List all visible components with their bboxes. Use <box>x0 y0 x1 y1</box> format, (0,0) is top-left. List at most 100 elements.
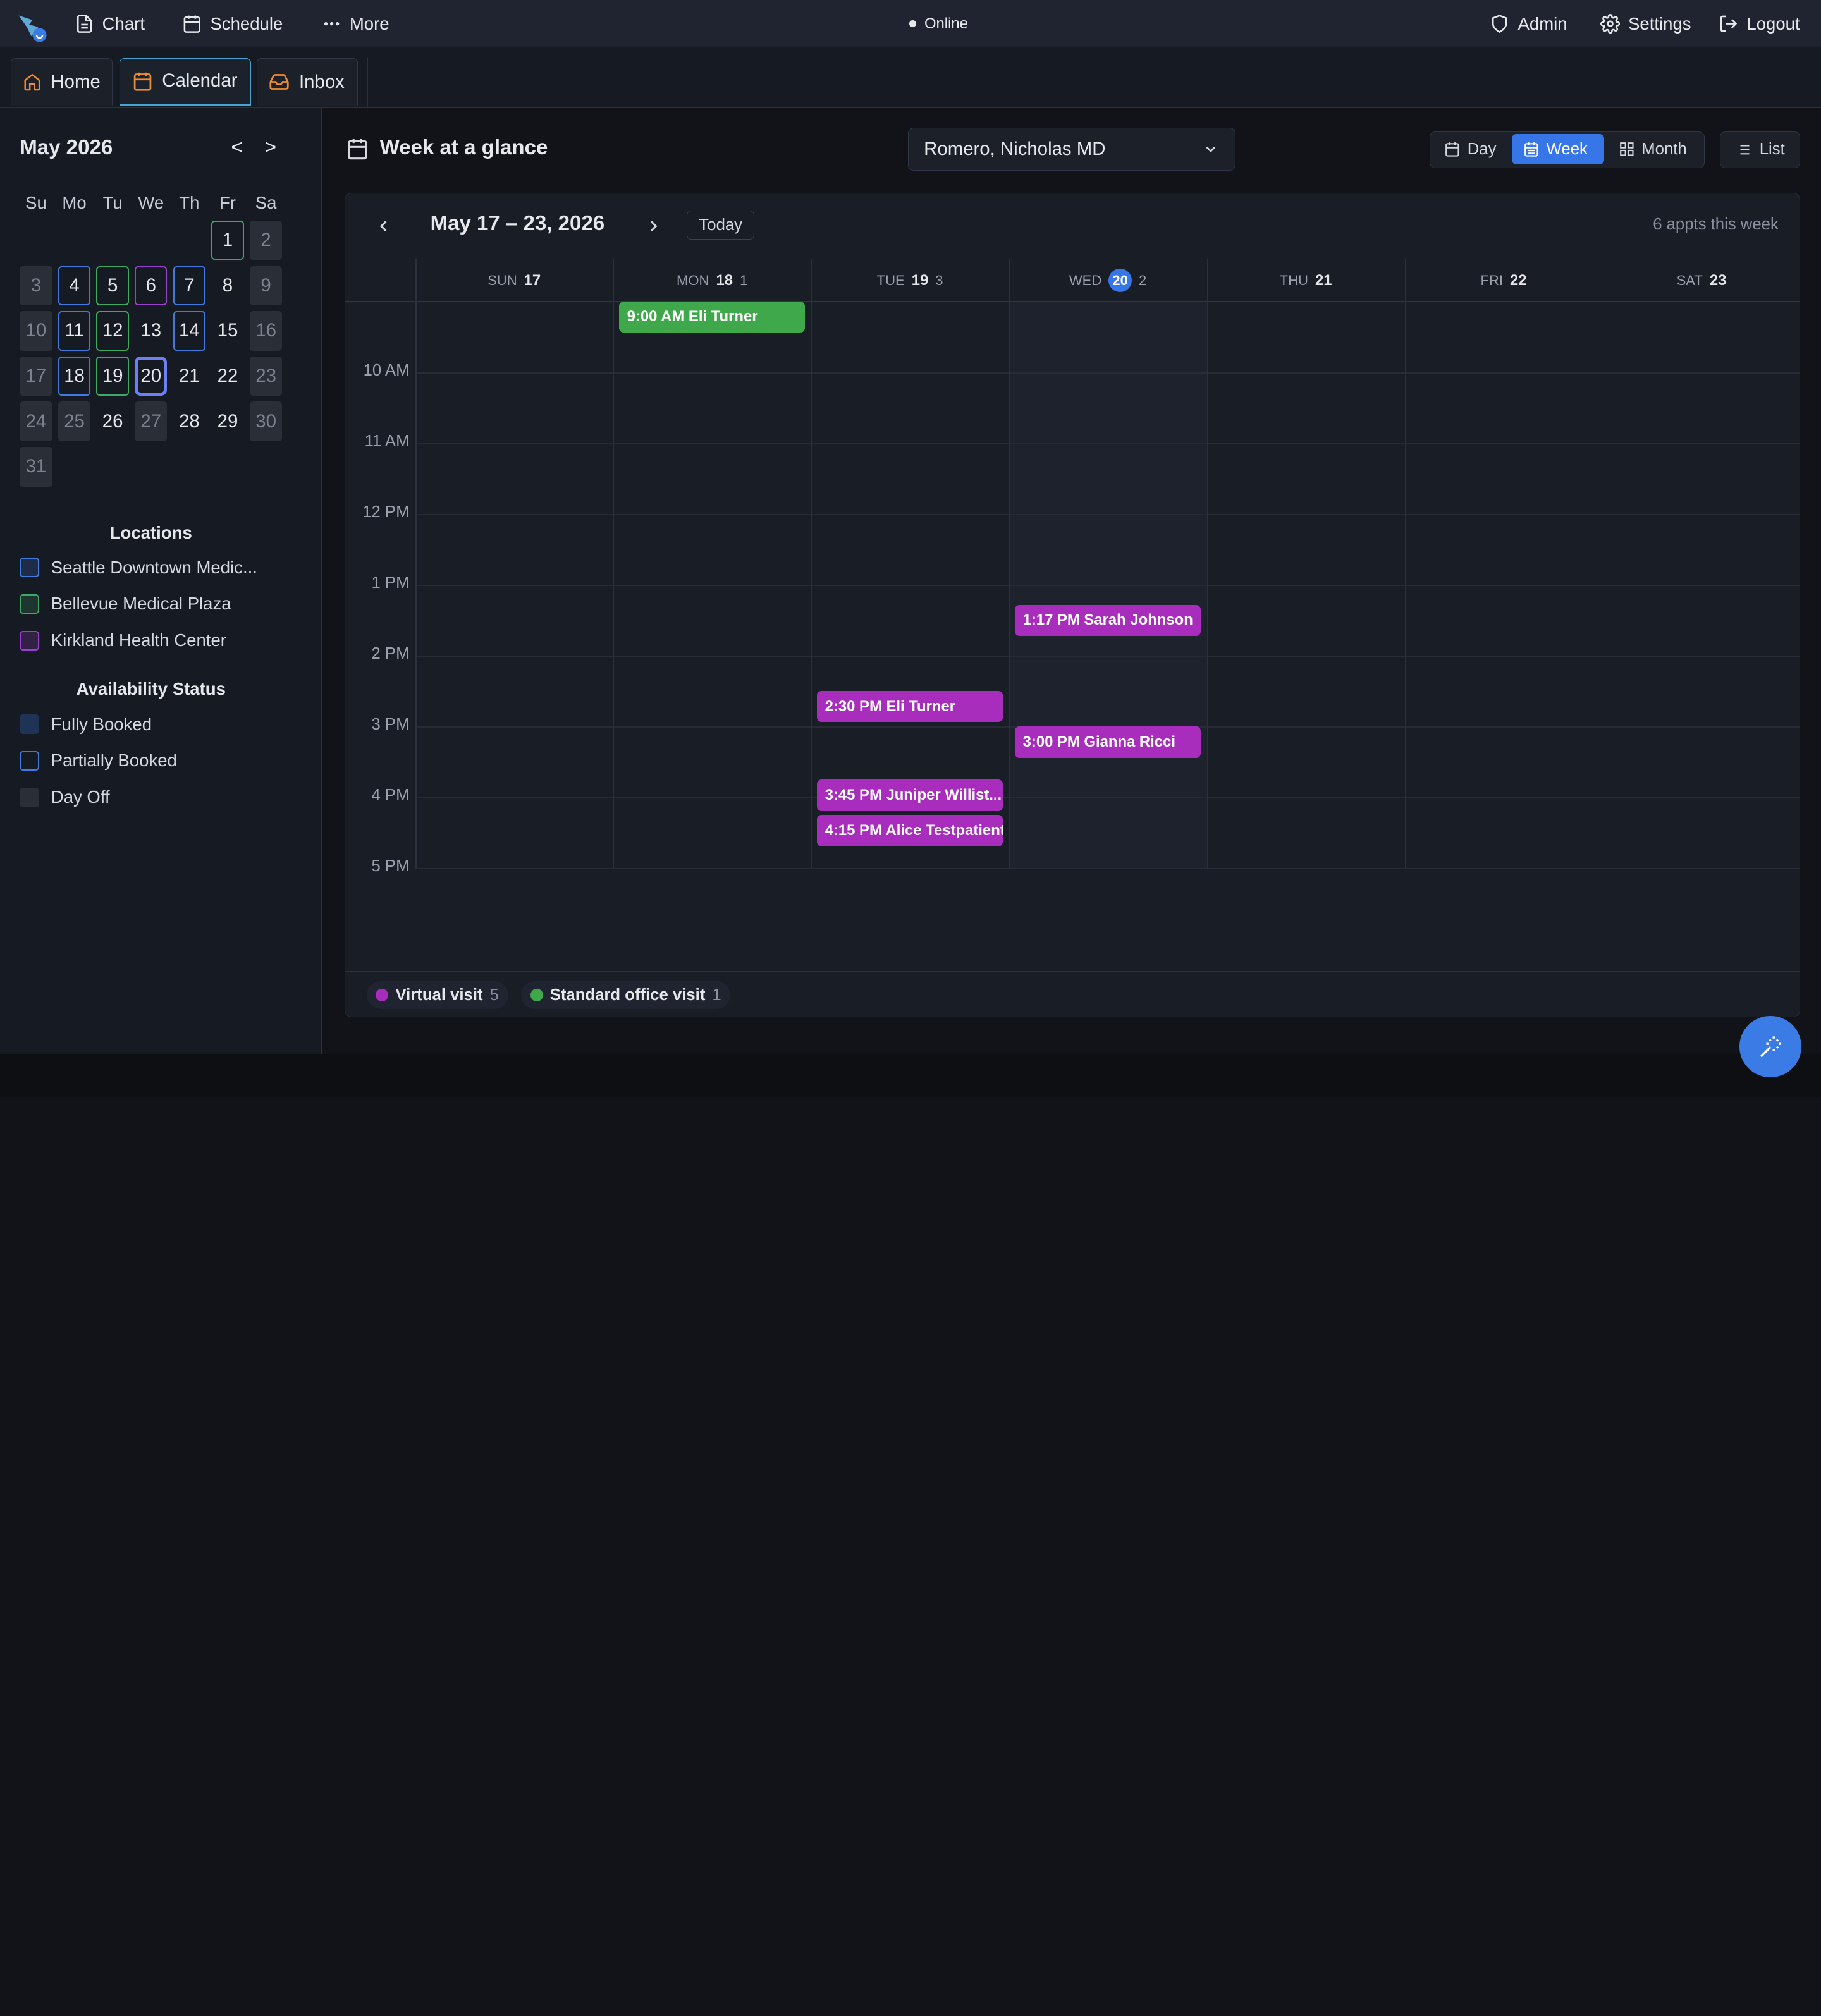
view-day-button[interactable]: Day <box>1433 134 1508 164</box>
mini-calendar-day[interactable]: 25 <box>58 401 91 441</box>
mini-calendar-day[interactable]: 6 <box>135 266 168 306</box>
mini-calendar-day[interactable]: 21 <box>173 357 205 396</box>
availability-item[interactable]: Day Off <box>20 787 110 807</box>
nav-logout[interactable]: Logout <box>1719 0 1800 47</box>
availability-item[interactable]: Partially Booked <box>20 750 177 771</box>
day-header[interactable]: WED 20 2 <box>1009 259 1207 302</box>
mini-calendar-day[interactable]: 30 <box>249 401 283 441</box>
mini-calendar-day[interactable]: 8 <box>211 266 243 305</box>
hour-line <box>415 372 1800 374</box>
availability-title: Availability Status <box>76 679 226 699</box>
view-month-label: Month <box>1641 140 1687 158</box>
mini-calendar-day[interactable]: 29 <box>211 401 243 441</box>
day-header[interactable]: FRI 22 <box>1405 259 1603 302</box>
today-button[interactable]: Today <box>687 211 754 240</box>
mini-calendar-day[interactable]: 26 <box>96 401 128 441</box>
tab-home[interactable]: Home <box>10 58 113 106</box>
mini-calendar-day[interactable]: 23 <box>249 356 283 396</box>
appointment-type-chip[interactable]: Virtual visit 5 <box>366 981 508 1010</box>
week-grid: SUN 17 MON 18 1 TUE 19 3 WED 20 2 THU 21 FRI 22 SAT 23 1… <box>345 258 1800 972</box>
mini-calendar-day[interactable]: 22 <box>211 357 243 396</box>
mini-calendar-day[interactable]: 14 <box>173 311 206 351</box>
mini-calendar-day[interactable]: 9 <box>249 266 283 306</box>
appointment-event[interactable]: 3:00 PM Gianna Ricci <box>1014 726 1201 758</box>
location-item[interactable]: Kirkland Health Center <box>20 630 226 651</box>
mini-calendar-day[interactable]: 18 <box>58 356 91 396</box>
day-header[interactable]: MON 18 1 <box>613 259 811 302</box>
status-label: Online <box>924 15 968 32</box>
chevron-left-icon[interactable] <box>374 217 393 235</box>
day-column-divider <box>811 258 812 868</box>
weekday-label: Th <box>179 192 200 212</box>
day-header[interactable]: THU 21 <box>1207 259 1405 302</box>
appointment-event[interactable]: 9:00 AM Eli Turner <box>618 301 806 333</box>
mini-calendar-day[interactable]: 28 <box>173 401 205 441</box>
appointment-event[interactable]: 1:17 PM Sarah Johnson <box>1014 604 1201 637</box>
mini-calendar-day[interactable]: 12 <box>96 311 129 351</box>
tab-calendar[interactable]: Calendar <box>120 58 251 106</box>
mini-calendar-prev-button[interactable]: < <box>231 136 243 159</box>
day-header-count: 1 <box>740 272 748 288</box>
view-month-button[interactable]: Month <box>1607 134 1698 164</box>
day-header-row: SUN 17 MON 18 1 TUE 19 3 WED 20 2 THU 21 FRI 22 SAT 23 <box>345 258 1800 302</box>
day-header[interactable]: TUE 19 3 <box>811 259 1009 302</box>
mini-calendar-day[interactable]: 7 <box>173 266 206 306</box>
day-header[interactable]: SAT 23 <box>1603 259 1800 302</box>
calendar-icon <box>133 72 151 91</box>
mini-calendar-day[interactable]: 4 <box>58 266 91 306</box>
mini-calendar-day[interactable]: 13 <box>135 311 167 350</box>
day-header-date: 19 <box>911 271 929 289</box>
mini-calendar-day[interactable]: 31 <box>20 447 52 487</box>
mini-calendar-day[interactable]: 2 <box>249 220 283 260</box>
mini-calendar-day[interactable]: 19 <box>96 356 129 396</box>
provider-select[interactable]: Romero, Nicholas MD <box>908 128 1236 171</box>
day-header-date: 20 <box>1108 269 1132 293</box>
mini-calendar-day[interactable]: 27 <box>135 401 168 441</box>
nav-more[interactable]: More <box>322 0 389 47</box>
week-calendar: May 17 – 23, 2026 Today 6 appts this wee… <box>345 192 1800 1017</box>
nav-chart[interactable]: Chart <box>75 0 145 47</box>
list-view-button[interactable]: List <box>1720 131 1800 169</box>
mini-calendar-day[interactable]: 16 <box>249 311 283 351</box>
mini-calendar-day[interactable]: 11 <box>58 311 91 351</box>
mini-calendar-day[interactable]: 10 <box>20 311 52 351</box>
appointment-event[interactable]: 4:15 PM Alice Testpatient <box>816 814 1003 846</box>
mini-calendar-day[interactable]: 24 <box>20 401 52 441</box>
day-header[interactable]: SUN 17 <box>415 259 613 302</box>
nav-admin[interactable]: Admin <box>1490 0 1567 47</box>
mini-calendar-day[interactable]: 5 <box>96 266 129 306</box>
week-range: May 17 – 23, 2026 <box>430 212 605 236</box>
appointment-type-count: 1 <box>712 986 721 1004</box>
chevron-right-icon[interactable] <box>644 217 663 235</box>
app-logo-icon[interactable] <box>15 11 47 43</box>
tab-calendar-label: Calendar <box>162 70 238 92</box>
app-root: Chart Schedule More Online Admin Setting… <box>0 0 1821 1097</box>
appointment-event[interactable]: 2:30 PM Eli Turner <box>816 690 1003 723</box>
mini-calendar-day[interactable]: 1 <box>211 220 244 260</box>
appointment-event[interactable]: 3:45 PM Juniper Willist... <box>816 779 1003 811</box>
mini-calendar-day[interactable]: 17 <box>20 356 52 396</box>
magic-wand-button[interactable] <box>1739 1016 1801 1078</box>
nav-settings[interactable]: Settings <box>1600 0 1691 47</box>
nav-chart-label: Chart <box>102 13 145 34</box>
view-week-button[interactable]: Week <box>1511 134 1605 164</box>
hour-label: 11 AM <box>364 432 410 451</box>
tab-inbox[interactable]: Inbox <box>256 58 358 106</box>
nav-schedule[interactable]: Schedule <box>182 0 283 47</box>
location-item[interactable]: Bellevue Medical Plaza <box>20 594 231 614</box>
checkbox-icon <box>20 558 40 578</box>
nav-more-label: More <box>349 13 389 34</box>
home-icon <box>24 74 40 91</box>
location-item[interactable]: Seattle Downtown Medic... <box>20 558 257 578</box>
mini-calendar-day[interactable]: 15 <box>211 311 243 350</box>
nav-logout-label: Logout <box>1746 13 1800 34</box>
tab-divider <box>367 58 369 107</box>
calendar-icon <box>1445 142 1459 157</box>
sidebar: May 2026 < > Su Mo Tu We Th Fr Sa 1 2 3 4 5 6 7 8 9 10 1… <box>0 107 322 1054</box>
mini-calendar-day[interactable]: 3 <box>20 266 52 306</box>
weekday-label: We <box>138 192 164 212</box>
appointment-type-chip[interactable]: Standard office visit 1 <box>520 981 731 1010</box>
mini-calendar-day[interactable]: 20 <box>135 356 168 396</box>
mini-calendar-next-button[interactable]: > <box>265 136 276 159</box>
availability-item[interactable]: Fully Booked <box>20 714 152 735</box>
